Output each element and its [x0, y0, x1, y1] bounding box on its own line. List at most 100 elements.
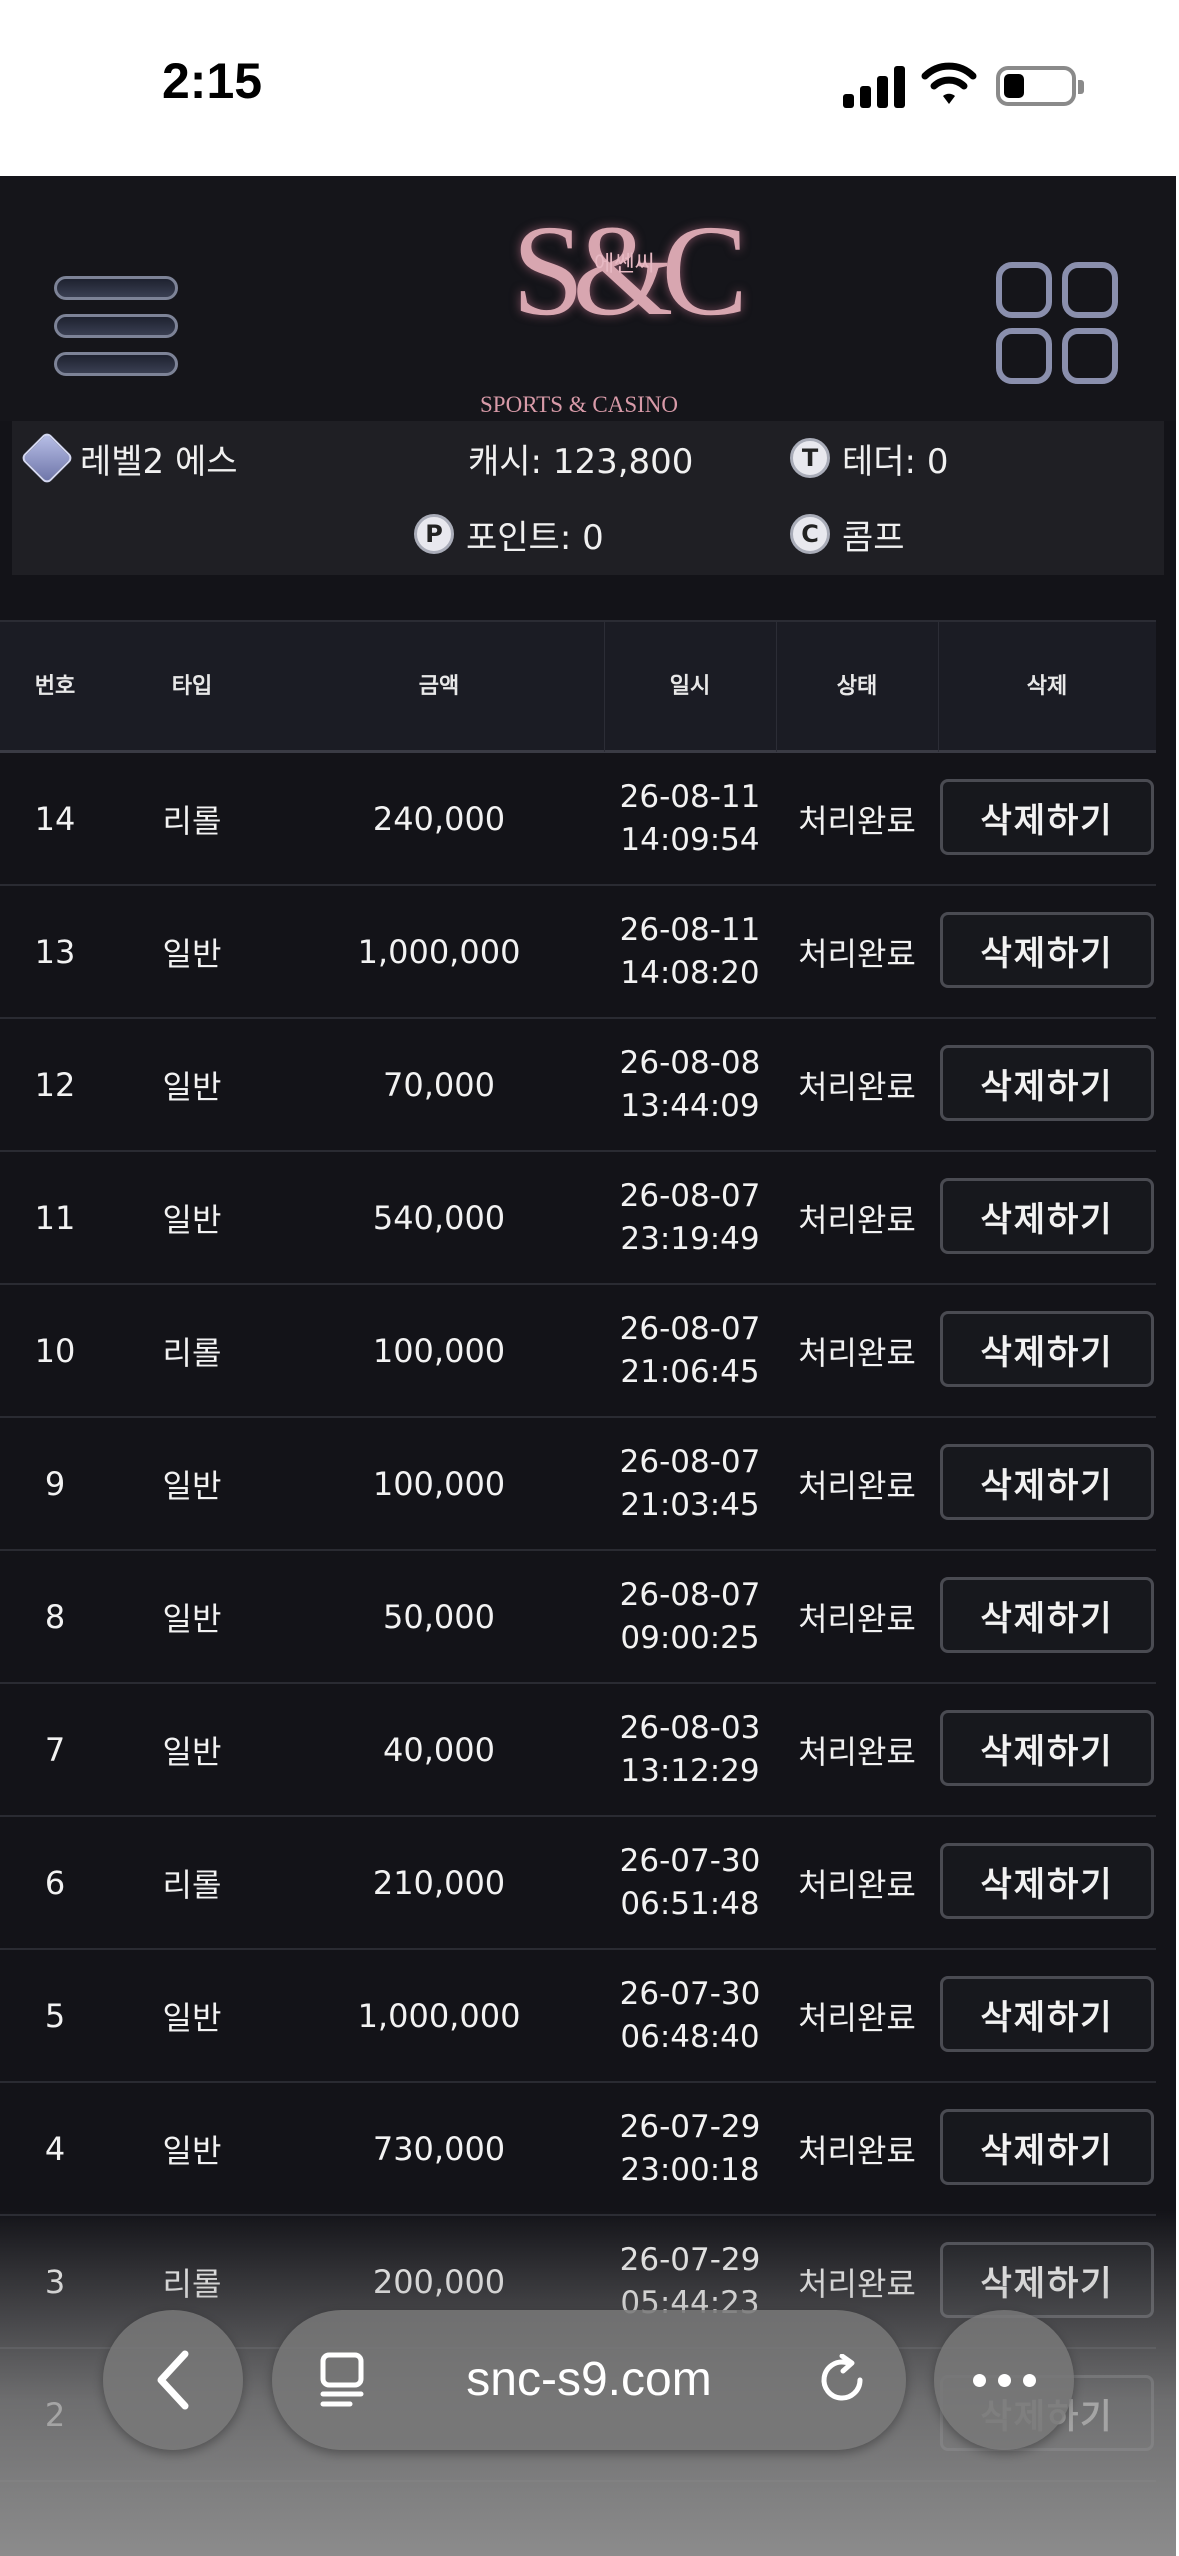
header-status: 상태	[836, 674, 878, 699]
row-date: 26-08-11	[619, 778, 761, 815]
row-amount: 540,000	[372, 1198, 506, 1237]
row-datetime: 26-07-30 06:51:48	[604, 1817, 776, 1948]
delete-button[interactable]: 삭제하기	[940, 1444, 1154, 1520]
row-date: 26-07-30	[619, 1842, 761, 1879]
header-number: 번호	[34, 674, 76, 699]
back-button[interactable]	[103, 2310, 243, 2450]
row-date: 26-08-07	[619, 1177, 761, 1214]
table-row: 14 리롤 240,000 26-08-11 14:09:54 처리완료 삭제하기	[0, 753, 1156, 886]
row-type: 일반	[162, 934, 222, 973]
row-amount: 100,000	[372, 1331, 506, 1370]
row-number: 6	[44, 1863, 66, 1902]
status-bar: 2:15	[0, 0, 1179, 176]
table-row: 12 일반 70,000 26-08-08 13:44:09 처리완료 삭제하기	[0, 1019, 1156, 1152]
row-amount: 1,000,000	[357, 1996, 521, 2035]
row-type: 일반	[162, 2131, 222, 2170]
row-datetime: 26-08-11 14:08:20	[604, 886, 776, 1017]
row-number: 12	[34, 1065, 76, 1104]
points-icon: P	[414, 514, 454, 554]
row-datetime: 26-08-03 13:12:29	[604, 1684, 776, 1815]
row-number: 4	[44, 2129, 66, 2168]
row-number: 7	[44, 1730, 66, 1769]
points-balance: P 포인트: 0	[414, 509, 604, 559]
comp-label: 콤프	[842, 517, 905, 558]
delete-button[interactable]: 삭제하기	[940, 1710, 1154, 1786]
row-number: 11	[34, 1198, 76, 1237]
row-amount: 70,000	[383, 1065, 495, 1104]
more-dot	[997, 2373, 1011, 2387]
row-status: 처리완료	[798, 1333, 916, 1372]
row-number: 10	[34, 1331, 76, 1370]
row-amount: 100,000	[372, 1464, 506, 1503]
delete-button[interactable]: 삭제하기	[940, 1045, 1154, 1121]
row-time: 21:06:45	[620, 1353, 760, 1390]
reload-icon[interactable]	[816, 2354, 868, 2406]
row-date: 26-08-11	[619, 911, 761, 948]
row-number: 14	[34, 799, 76, 838]
row-date: 26-08-03	[619, 1709, 761, 1746]
address-bar[interactable]: snc-s9.com	[272, 2310, 906, 2450]
table-header: 번호 타입 금액 일시 상태 삭제	[0, 620, 1156, 753]
row-datetime: 26-08-07 23:19:49	[604, 1152, 776, 1283]
row-amount: 240,000	[372, 799, 506, 838]
status-time: 2:15	[162, 53, 263, 109]
row-number: 13	[34, 932, 76, 971]
row-status: 처리완료	[798, 1466, 916, 1505]
level-gem-icon	[20, 431, 74, 485]
table-row: 9 일반 100,000 26-08-07 21:03:45 처리완료 삭제하기	[0, 1418, 1156, 1551]
row-time: 13:44:09	[620, 1087, 760, 1124]
row-time: 23:00:18	[620, 2151, 760, 2188]
row-type: 일반	[162, 1599, 222, 1638]
table-row: 13 일반 1,000,000 26-08-11 14:08:20 처리완료 삭제하기	[0, 886, 1156, 1019]
row-type: 리롤	[162, 801, 222, 840]
cellular-signal-icon	[843, 64, 905, 108]
table-row: 10 리롤 100,000 26-08-07 21:06:45 처리완료 삭제하기	[0, 1285, 1156, 1418]
row-time: 06:51:48	[620, 1885, 760, 1922]
user-level-label: 레벨2 에스	[80, 441, 238, 482]
row-number: 9	[44, 1464, 66, 1503]
url-text[interactable]: snc-s9.com	[272, 2310, 906, 2450]
delete-button[interactable]: 삭제하기	[940, 1843, 1154, 1919]
table-row: 11 일반 540,000 26-08-07 23:19:49 처리완료 삭제하기	[0, 1152, 1156, 1285]
delete-button[interactable]: 삭제하기	[940, 1311, 1154, 1387]
row-status: 처리완료	[798, 1732, 916, 1771]
comp-link[interactable]: C 콤프	[790, 509, 905, 559]
row-amount: 1,000,000	[357, 932, 521, 971]
app-header: S&C 에쎈씨 SPORTS & CASINO	[0, 176, 1176, 421]
row-datetime: 26-08-11 14:09:54	[604, 753, 776, 884]
row-amount: 50,000	[383, 1597, 495, 1636]
row-type: 일반	[162, 1998, 222, 2037]
apps-grid-icon[interactable]	[996, 262, 1122, 388]
row-status: 처리완료	[798, 1599, 916, 1638]
casino-app: S&C 에쎈씨 SPORTS & CASINO 레벨2 에스 캐시: 123,8…	[0, 176, 1176, 2556]
delete-button[interactable]: 삭제하기	[940, 1577, 1154, 1653]
points-label: 포인트: 0	[466, 517, 604, 558]
row-datetime: 26-08-07 09:00:25	[604, 1551, 776, 1682]
delete-button[interactable]: 삭제하기	[940, 1178, 1154, 1254]
wifi-icon	[921, 62, 977, 104]
delete-button[interactable]: 삭제하기	[940, 912, 1154, 988]
logo-korean-text: 에쎈씨	[594, 252, 655, 277]
site-logo[interactable]: S&C 에쎈씨 SPORTS & CASINO	[472, 196, 748, 426]
table-row: 7 일반 40,000 26-08-03 13:12:29 처리완료 삭제하기	[0, 1684, 1156, 1817]
row-amount: 40,000	[383, 1730, 495, 1769]
delete-button[interactable]: 삭제하기	[940, 2109, 1154, 2185]
cash-balance: 캐시: 123,800	[468, 433, 693, 483]
row-status: 처리완료	[798, 801, 916, 840]
delete-button[interactable]: 삭제하기	[940, 779, 1154, 855]
row-date: 26-07-29	[619, 2108, 761, 2145]
row-type: 리롤	[162, 1865, 222, 1904]
row-status: 처리완료	[798, 1067, 916, 1106]
delete-button[interactable]: 삭제하기	[940, 1976, 1154, 2052]
more-options-button[interactable]	[934, 2310, 1074, 2450]
menu-icon[interactable]	[54, 276, 178, 380]
row-type: 일반	[162, 1200, 222, 1239]
chevron-left-icon	[157, 2350, 189, 2410]
comp-icon: C	[790, 514, 830, 554]
table-row: 5 일반 1,000,000 26-07-30 06:48:40 처리완료 삭제하기	[0, 1950, 1156, 2083]
row-date: 26-08-07	[619, 1576, 761, 1613]
user-level[interactable]: 레벨2 에스	[20, 431, 238, 485]
row-status: 처리완료	[798, 1998, 916, 2037]
battery-icon	[996, 66, 1084, 106]
header-type: 타입	[171, 674, 213, 699]
